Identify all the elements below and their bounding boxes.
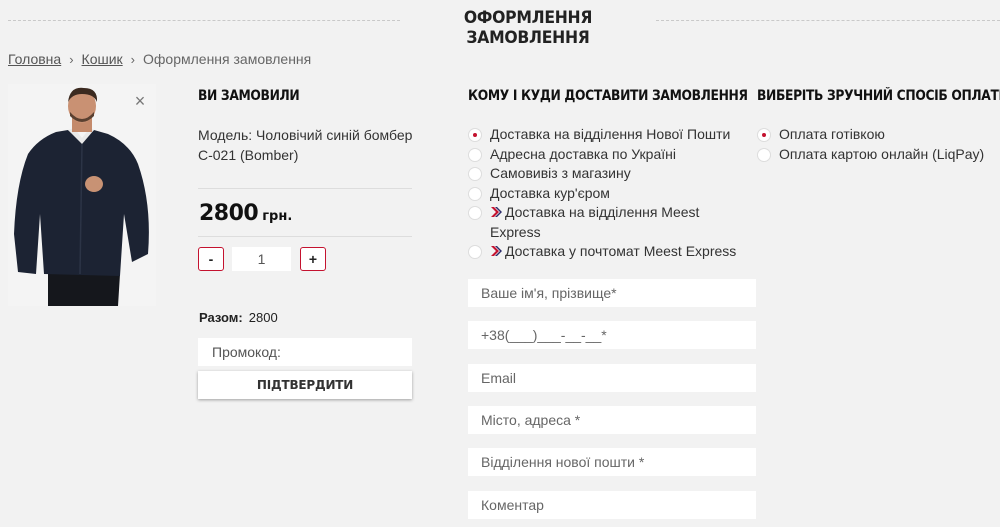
radio-button-checked[interactable]: [468, 128, 482, 142]
divider: [198, 236, 412, 237]
chevron-right-icon: ›: [130, 51, 136, 67]
payment-option-label: Оплата картою онлайн (LiqPay): [779, 145, 985, 162]
payment-option-liqpay[interactable]: Оплата картою онлайн (LiqPay): [757, 145, 997, 165]
delivery-option-nova-poshta[interactable]: Доставка на відділення Нової Пошти: [468, 125, 738, 145]
payment-option-label: Оплата готівкою: [779, 126, 885, 142]
delivery-option-label: Самовивіз з магазину: [490, 165, 631, 181]
quantity-input[interactable]: [232, 247, 291, 271]
breadcrumb-current: Оформлення замовлення: [143, 51, 312, 67]
title-divider-left: [8, 20, 400, 21]
confirm-promo-button[interactable]: ПІДТВЕРДИТИ: [198, 371, 412, 399]
quantity-increase-button[interactable]: +: [300, 247, 326, 271]
quantity-decrease-button[interactable]: -: [198, 247, 224, 271]
delivery-heading: КОМУ І КУДИ ДОСТАВИТИ ЗАМОВЛЕННЯ: [468, 88, 748, 104]
comment-field[interactable]: [468, 491, 756, 519]
radio-button[interactable]: [757, 147, 771, 162]
jacket-photo-icon: [8, 84, 156, 306]
product-image: [8, 84, 156, 306]
radio-button[interactable]: [468, 245, 482, 259]
delivery-option-label: Адресна доставка по Україні: [490, 145, 676, 162]
page-title-row: ОФОРМЛЕННЯ ЗАМОВЛЕННЯ: [0, 0, 1000, 48]
price-currency: грн.: [262, 209, 293, 224]
remove-item-close-icon[interactable]: ×: [131, 92, 149, 110]
meest-icon: [491, 207, 502, 217]
delivery-option-meest-parcel-locker[interactable]: Доставка у почтомат Meest Express: [468, 242, 738, 262]
name-field[interactable]: [468, 279, 756, 307]
meest-icon: [491, 246, 502, 256]
city-address-field[interactable]: [468, 406, 756, 434]
delivery-option-label: Доставка на відділення Meest Express: [490, 204, 700, 240]
delivery-options: Доставка на відділення Нової Пошти Адрес…: [468, 125, 738, 262]
chevron-right-icon: ›: [69, 51, 74, 67]
product-model: Модель: Чоловічий синій бомбер С-021 (Bo…: [198, 127, 413, 163]
title-divider-right: [656, 20, 1000, 21]
email-field[interactable]: [468, 364, 756, 392]
phone-field[interactable]: [468, 321, 756, 349]
post-branch-field[interactable]: [468, 448, 756, 476]
breadcrumb-cart-link[interactable]: Кошик: [82, 51, 123, 67]
delivery-option-address[interactable]: Адресна доставка по Україні: [468, 145, 738, 165]
delivery-option-courier[interactable]: Доставка кур'єром: [468, 184, 738, 204]
breadcrumb: Головна › Кошик › Оформлення замовлення: [8, 51, 311, 67]
promo-code-input[interactable]: [198, 338, 412, 366]
delivery-option-meest-branch[interactable]: Доставка на відділення Meest Express: [468, 203, 738, 242]
order-total: Разом: 2800: [199, 310, 278, 325]
delivery-option-label: Доставка на відділення Нової Пошти: [490, 126, 731, 142]
radio-button[interactable]: [468, 167, 482, 181]
delivery-option-label: Доставка кур'єром: [490, 184, 610, 201]
breadcrumb-home-link[interactable]: Головна: [8, 51, 61, 67]
payment-heading: ВИБЕРІТЬ ЗРУЧНИЙ СПОСІБ ОПЛАТИ: [757, 88, 1000, 104]
radio-button[interactable]: [468, 206, 482, 220]
order-heading: ВИ ЗАМОВИЛИ: [198, 88, 300, 104]
total-label: Разом:: [199, 310, 243, 325]
divider: [198, 188, 412, 189]
price-value: 2800: [199, 201, 259, 226]
radio-button[interactable]: [468, 186, 482, 201]
radio-button-checked[interactable]: [757, 128, 771, 142]
delivery-option-pickup[interactable]: Самовивіз з магазину: [468, 164, 738, 184]
product-price: 2800 грн.: [199, 201, 292, 226]
total-value: 2800: [248, 310, 278, 325]
delivery-option-label: Доставка у почтомат Meest Express: [505, 243, 737, 259]
payment-option-cash[interactable]: Оплата готівкою: [757, 125, 997, 145]
page-title: ОФОРМЛЕННЯ ЗАМОВЛЕННЯ: [463, 8, 593, 48]
radio-button[interactable]: [468, 147, 482, 162]
payment-options: Оплата готівкою Оплата картою онлайн (Li…: [757, 125, 997, 164]
